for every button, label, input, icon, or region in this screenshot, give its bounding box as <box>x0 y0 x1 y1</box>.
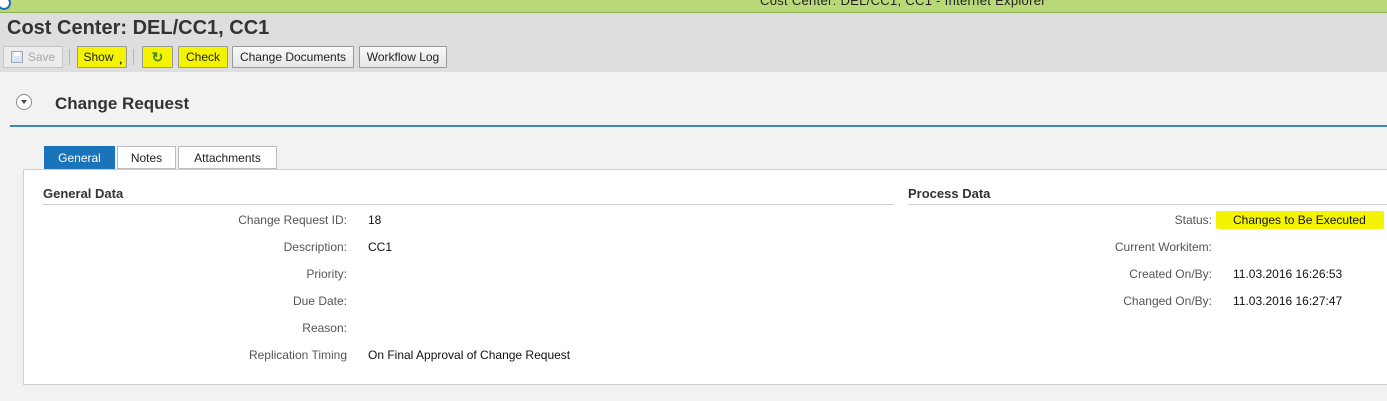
current-workitem-label: Current Workitem: <box>1114 240 1212 254</box>
replication-timing-value: On Final Approval of Change Request <box>368 348 571 362</box>
priority-label: Priority: <box>306 267 347 281</box>
change-documents-button[interactable]: Change Documents <box>232 46 354 68</box>
tab-attachments[interactable]: Attachments <box>178 146 277 169</box>
reason-label: Reason: <box>302 321 347 335</box>
created-on-by-value: 11.03.2016 16:26:53 <box>1233 267 1343 281</box>
process-data-title: Process Data <box>908 186 991 201</box>
changed-on-by-value: 11.03.2016 16:27:47 <box>1233 294 1343 308</box>
replication-timing-label: Replication Timing <box>248 348 347 362</box>
change-request-id-value: 18 <box>368 213 382 227</box>
description-value: CC1 <box>368 240 393 254</box>
changed-on-by-label: Changed On/By: <box>1123 294 1212 308</box>
description-label: Description: <box>283 240 347 254</box>
window-title-bar: Cost Center: DEL/CC1, CC1 - Internet Exp… <box>0 0 1387 13</box>
page-title: Cost Center: DEL/CC1, CC1 <box>7 17 270 39</box>
floppy-disk-icon <box>10 51 23 63</box>
main-content: Change Request General Notes Attachments… <box>0 72 1387 401</box>
save-button[interactable]: Save <box>3 46 63 68</box>
toolbar-separator <box>133 49 134 65</box>
status-label: Status: <box>1174 213 1212 227</box>
tab-notes[interactable]: Notes <box>117 146 176 169</box>
window-title: Cost Center: DEL/CC1, CC1 - Internet Exp… <box>760 0 1046 8</box>
page-header: Cost Center: DEL/CC1, CC1 Save Show ↻ Ch… <box>0 13 1387 72</box>
tab-general[interactable]: General <box>44 146 115 169</box>
refresh-icon: ↻ <box>151 48 164 65</box>
workflow-log-button[interactable]: Workflow Log <box>359 46 447 68</box>
created-on-by-label: Created On/By: <box>1129 267 1212 281</box>
section-title: Change Request <box>55 94 190 113</box>
change-request-section-header: Change Request <box>10 72 1387 127</box>
status-value: Changes to Be Executed <box>1216 211 1384 229</box>
divider <box>908 204 1387 205</box>
divider <box>43 204 894 205</box>
toolbar: Save Show ↻ Check Change Documents Workf… <box>0 46 1387 70</box>
toolbar-separator <box>69 49 70 65</box>
browser-icon <box>0 0 11 10</box>
check-button[interactable]: Check <box>178 46 228 68</box>
general-data-title: General Data <box>43 186 124 201</box>
tab-panel-general: General Data Change Request ID: 18 Descr… <box>23 169 1387 385</box>
collapse-icon[interactable] <box>16 94 32 110</box>
show-button[interactable]: Show <box>77 46 127 68</box>
change-request-id-label: Change Request ID: <box>238 213 347 227</box>
due-date-label: Due Date: <box>292 294 347 308</box>
dropdown-arrow-icon <box>115 58 122 65</box>
refresh-button[interactable]: ↻ <box>142 46 173 68</box>
